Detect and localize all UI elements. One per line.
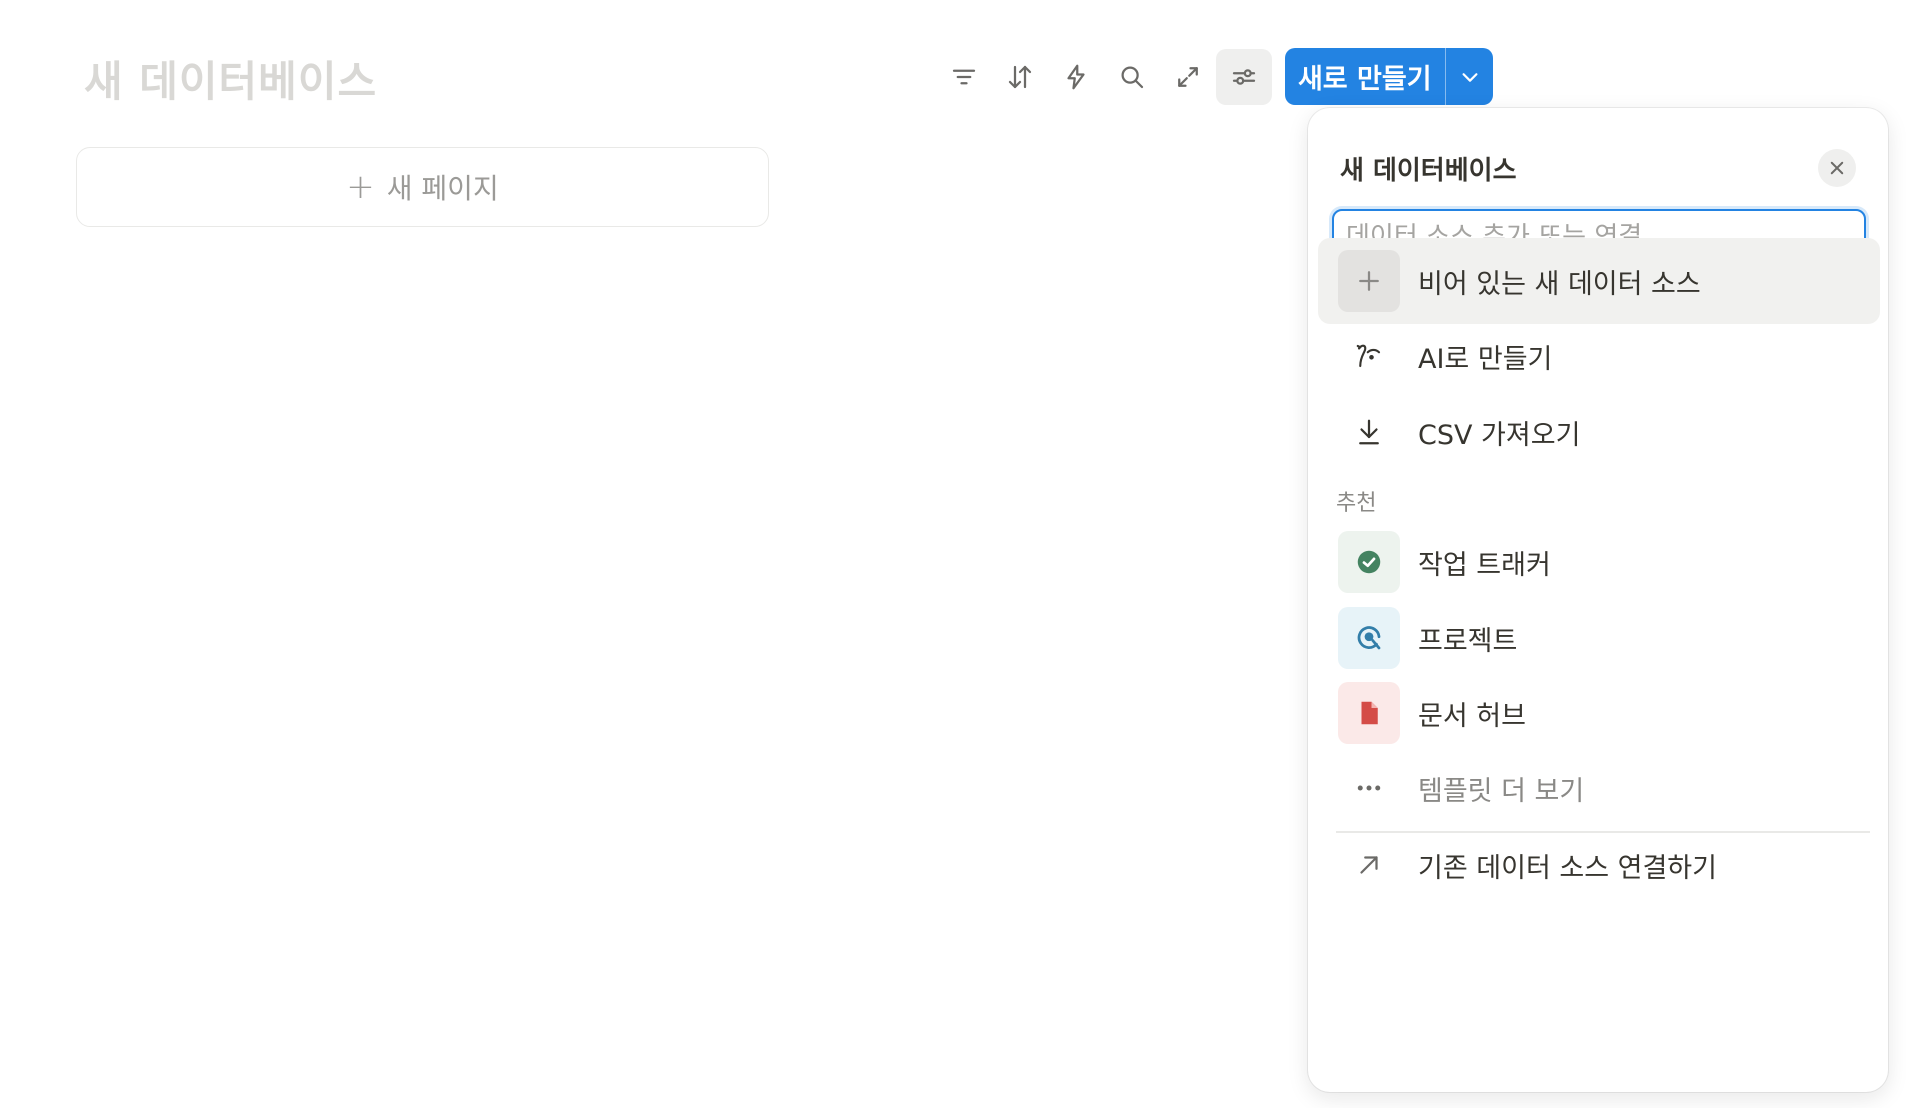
new-button-group: 새로 만들기	[1285, 48, 1493, 105]
chevron-down-icon	[1461, 72, 1478, 82]
section-label-recommended: 추천	[1336, 491, 1377, 516]
new-page-label: 새 페이지	[386, 172, 499, 205]
panel-title: 새 데이터베이스	[1340, 155, 1517, 186]
download-icon	[1338, 401, 1400, 463]
lightning-icon[interactable]	[1048, 49, 1104, 105]
item-label: CSV 가져오기	[1418, 419, 1581, 451]
item-label: 문서 허브	[1418, 700, 1526, 732]
item-label: 프로젝트	[1418, 625, 1518, 657]
database-toolbar	[936, 49, 1272, 105]
filter-icon[interactable]	[936, 49, 992, 105]
item-label: 작업 트래커	[1418, 549, 1551, 581]
arrow-up-right-icon	[1338, 834, 1400, 896]
new-page-button[interactable]: + 새 페이지	[76, 147, 769, 227]
task-tracker-template[interactable]: 작업 트래커	[1318, 519, 1880, 605]
new-dropdown-button[interactable]	[1446, 48, 1493, 105]
ai-sparkle-icon	[1338, 325, 1400, 387]
project-template[interactable]: 프로젝트	[1318, 595, 1880, 681]
item-label: 기존 데이터 소스 연결하기	[1418, 852, 1717, 884]
sort-icon[interactable]	[992, 49, 1048, 105]
plus-icon: +	[346, 167, 375, 207]
search-icon[interactable]	[1104, 49, 1160, 105]
item-label: 템플릿 더 보기	[1418, 775, 1585, 807]
close-button[interactable]	[1818, 149, 1856, 187]
check-circle-icon	[1338, 531, 1400, 593]
more-templates-item[interactable]: 템플릿 더 보기	[1318, 745, 1880, 831]
item-label: AI로 만들기	[1418, 343, 1553, 375]
item-label: 비어 있는 새 데이터 소스	[1418, 268, 1701, 300]
create-with-ai-item[interactable]: AI로 만들기	[1318, 313, 1880, 399]
new-button[interactable]: 새로 만들기	[1285, 48, 1445, 105]
settings-sliders-icon[interactable]	[1216, 49, 1272, 105]
target-icon	[1338, 607, 1400, 669]
close-icon	[1830, 161, 1844, 175]
expand-icon[interactable]	[1160, 49, 1216, 105]
panel-header: 새 데이터베이스	[1340, 144, 1856, 192]
empty-data-source-item[interactable]: 비어 있는 새 데이터 소스	[1318, 238, 1880, 324]
connect-existing-source-item[interactable]: 기존 데이터 소스 연결하기	[1318, 822, 1880, 908]
more-dots-icon	[1338, 757, 1400, 819]
page-title[interactable]: 새 데이터베이스	[84, 48, 377, 109]
plus-icon	[1338, 250, 1400, 312]
document-hub-template[interactable]: 문서 허브	[1318, 670, 1880, 756]
import-csv-item[interactable]: CSV 가져오기	[1318, 389, 1880, 475]
new-database-panel: 새 데이터베이스 비어 있는 새 데이터 소스 AI로 만들기	[1308, 108, 1888, 1092]
document-icon	[1338, 682, 1400, 744]
